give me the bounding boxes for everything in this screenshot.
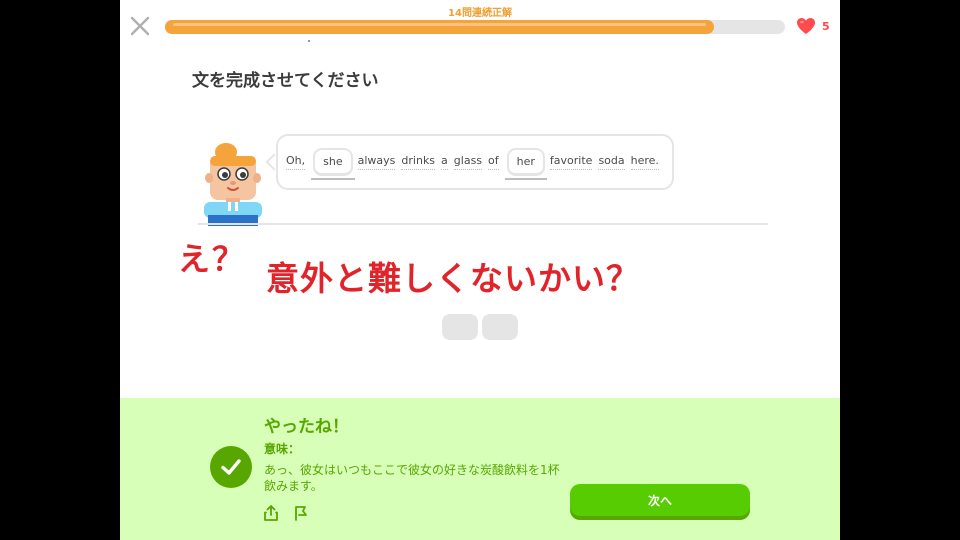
lesson-screen: 14問連続正解 5 文を完成させてください Oh, she always dri… xyxy=(120,0,840,540)
sentence-word[interactable]: here. xyxy=(630,154,659,170)
sentence-word[interactable]: Oh, xyxy=(286,154,306,170)
overlay-text-comment: 意外と難しくないかい？ xyxy=(266,259,640,298)
sentence-word[interactable]: drinks xyxy=(401,154,436,170)
character-avatar xyxy=(200,142,268,226)
hearts-count: 5 xyxy=(822,19,830,33)
sentence-word[interactable]: soda xyxy=(598,154,625,170)
answer-blank[interactable]: her xyxy=(504,142,547,182)
blank-underline xyxy=(504,178,547,180)
flag-icon[interactable] xyxy=(292,504,310,522)
answer-blank[interactable]: she xyxy=(311,142,355,182)
progress-shine xyxy=(173,23,706,26)
sentence-word[interactable]: glass xyxy=(453,154,483,170)
sentence-word[interactable]: of xyxy=(488,154,499,170)
next-button[interactable]: 次へ xyxy=(570,484,750,516)
word-bank-empty-slot xyxy=(442,314,478,340)
feedback-panel: やったね！ 意味： あっ、彼女はいつもここで彼女の好きな炭酸飲料を1杯飲みます。… xyxy=(120,398,840,540)
divider-dot xyxy=(308,40,310,42)
progress-fill xyxy=(165,20,714,34)
section-divider xyxy=(198,223,768,225)
sentence-word[interactable]: always xyxy=(357,154,396,170)
overlay-text-short: え？ xyxy=(178,240,247,278)
answer-chip[interactable]: she xyxy=(313,148,353,176)
sentence-word[interactable]: favorite xyxy=(549,154,593,170)
instruction-title: 文を完成させてください xyxy=(192,71,379,91)
meaning-text: あっ、彼女はいつもここで彼女の好きな炭酸飲料を1杯飲みます。 xyxy=(264,463,560,493)
feedback-actions xyxy=(262,504,310,522)
word-bank xyxy=(442,314,518,340)
blank-underline xyxy=(311,178,355,180)
check-icon xyxy=(221,459,241,475)
sentence-word[interactable]: a xyxy=(441,154,448,170)
answer-chip[interactable]: her xyxy=(506,148,545,176)
word-bank-empty-slot xyxy=(482,314,518,340)
heart-icon xyxy=(797,18,815,34)
success-badge xyxy=(210,446,252,488)
hearts-counter: 5 xyxy=(796,17,830,35)
progress-bar xyxy=(165,20,785,34)
share-icon[interactable] xyxy=(262,504,280,522)
meaning-label: 意味： xyxy=(264,442,301,456)
streak-label: 14問連続正解 xyxy=(448,8,512,19)
feedback-title: やったね！ xyxy=(264,417,349,437)
speech-bubble: Oh, she always drinks a glass of her fav… xyxy=(276,134,674,190)
